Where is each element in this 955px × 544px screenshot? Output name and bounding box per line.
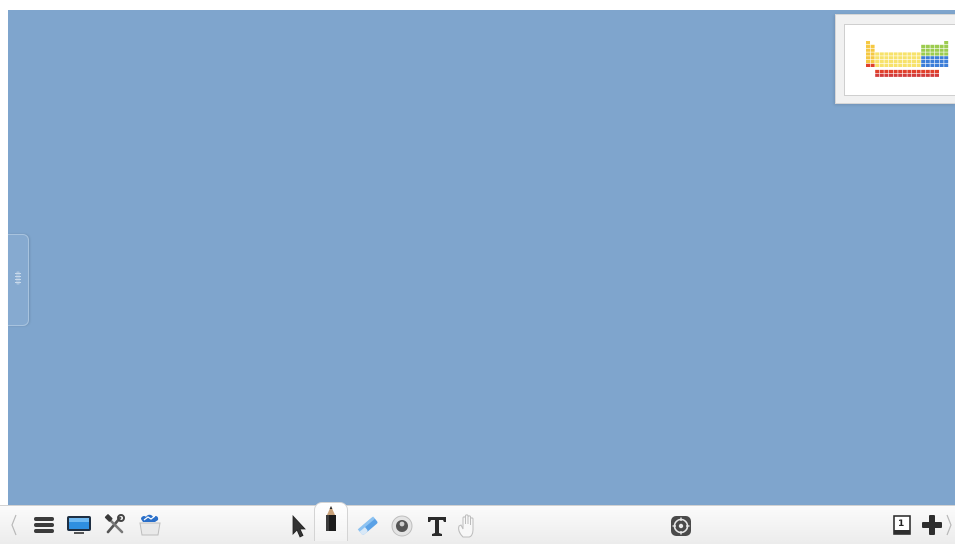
chevron-left-icon[interactable] [10,514,18,540]
page-number: 1 [898,519,905,529]
whiteboard-canvas[interactable] [8,10,955,505]
resources-button[interactable] [136,511,164,539]
eraser-tool-button[interactable] [354,512,382,540]
folder-cloud-icon [137,513,163,537]
plus-icon [920,513,944,537]
page-thumbnail-panel[interactable] [835,14,955,104]
target-icon [669,514,693,538]
text-tool-icon [426,514,448,538]
display-button[interactable] [65,511,93,539]
spotlight-icon [390,514,414,538]
periodic-table-thumbnail [866,41,949,77]
monitor-icon [66,514,92,536]
menu-icon [32,514,56,536]
select-tool-button[interactable] [284,512,312,540]
drag-grip-icon [14,270,22,290]
chevron-right-icon[interactable] [945,514,953,540]
hand-icon [455,513,481,539]
text-tool-button[interactable] [423,512,451,540]
side-panel-handle[interactable] [8,234,29,326]
eraser-icon [355,514,381,538]
menu-button[interactable] [30,511,58,539]
pencil-icon [320,505,342,539]
pointer-target-button[interactable] [667,512,695,540]
tools-button[interactable] [101,511,129,539]
page-thumbnail[interactable] [844,24,955,96]
bottom-toolbar: 1 [0,502,955,544]
spotlight-tool-button[interactable] [388,512,416,540]
add-page-button[interactable] [918,511,946,539]
hand-tool-button[interactable] [454,512,482,540]
page-indicator-button[interactable]: 1 [888,511,916,539]
tools-icon [103,513,127,537]
pen-tool-button[interactable] [314,502,348,541]
cursor-arrow-icon [288,514,308,538]
